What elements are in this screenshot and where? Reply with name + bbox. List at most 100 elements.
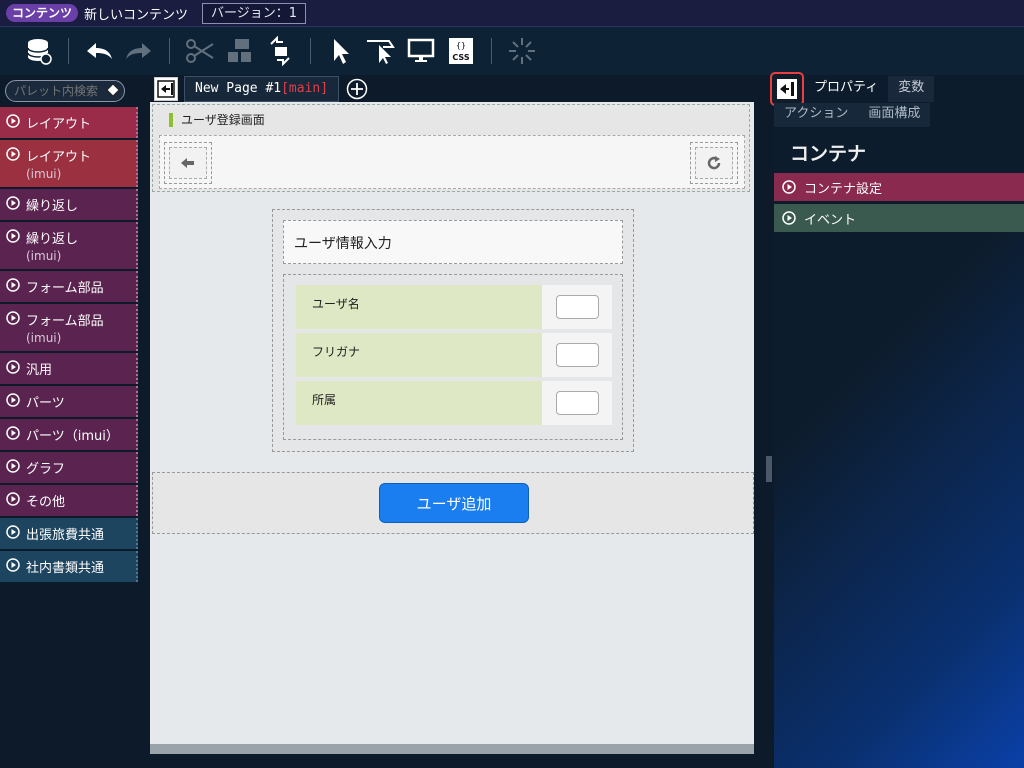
- play-circle-icon: [6, 426, 20, 440]
- page-tab-bar: New Page #1[main]: [150, 75, 766, 102]
- tab-variables[interactable]: 変数: [888, 76, 935, 102]
- header-title: ユーザ登録画面: [169, 111, 265, 128]
- arrow-left-icon: [181, 158, 194, 168]
- palette-item-parts[interactable]: パーツ: [0, 386, 138, 417]
- select-icon: [334, 39, 349, 64]
- palette-item-repeat-imui[interactable]: 繰り返し (imui): [0, 222, 138, 269]
- palette-item-label: パーツ: [26, 396, 65, 411]
- back-button[interactable]: [164, 142, 212, 184]
- select-region-button[interactable]: [361, 31, 401, 71]
- palette-item-label: レイアウト: [26, 150, 92, 165]
- version-indicator[interactable]: バージョン：1: [202, 2, 307, 24]
- css-button[interactable]: {} CSS: [441, 31, 481, 71]
- department-input[interactable]: [556, 391, 599, 415]
- palette-item-sublabel: (imui): [26, 331, 62, 345]
- palette-item-travel-common[interactable]: 出張旅費共通: [0, 518, 138, 549]
- ungroup-icon: [270, 36, 290, 66]
- palette-item-internal-docs-common[interactable]: 社内書類共通: [0, 551, 138, 582]
- play-circle-icon: [6, 114, 20, 128]
- tab-actions[interactable]: アクション: [774, 103, 859, 127]
- footer-container[interactable]: ユーザ追加: [152, 472, 754, 534]
- toolbar-divider: [68, 38, 69, 64]
- toolbar-divider: [169, 38, 170, 64]
- canvas-horizontal-scrollbar[interactable]: [150, 744, 754, 754]
- form-row-username[interactable]: ユーザ名: [296, 285, 612, 329]
- play-circle-icon: [6, 525, 20, 539]
- palette-item-label: 社内書類共通: [26, 561, 105, 576]
- palette-item-label: パーツ（imui）: [26, 429, 119, 444]
- design-canvas[interactable]: ユーザ登録画面 ユーザ情報入力 ユーザ名 フリガナ 所属 ユーザ追加: [150, 102, 754, 754]
- palette-item-parts-imui[interactable]: パーツ（imui）: [0, 419, 138, 450]
- undo-button[interactable]: [79, 31, 119, 71]
- form-row-furigana[interactable]: フリガナ: [296, 333, 612, 377]
- field-label-username: ユーザ名: [296, 285, 542, 329]
- section-container-settings[interactable]: コンテナ設定: [774, 173, 1024, 201]
- select-region-icon: [367, 40, 395, 64]
- palette-item-label: レイアウト: [26, 117, 92, 132]
- add-page-button[interactable]: [345, 77, 369, 101]
- play-circle-icon: [6, 492, 20, 506]
- spinner-icon: [509, 38, 535, 64]
- header-title-text: ユーザ登録画面: [181, 113, 265, 127]
- palette-item-label: グラフ: [26, 462, 66, 477]
- play-circle-icon: [6, 196, 20, 210]
- splitter-handle-icon[interactable]: [766, 456, 772, 482]
- palette-item-graph[interactable]: グラフ: [0, 452, 138, 483]
- palette-item-other[interactable]: その他: [0, 485, 138, 516]
- header-nav-container[interactable]: [159, 135, 745, 189]
- bottom-strip: [140, 754, 774, 768]
- username-input[interactable]: [556, 295, 599, 319]
- page-tab-new-page-1[interactable]: New Page #1[main]: [184, 75, 340, 102]
- tab-properties[interactable]: プロパティ: [804, 76, 889, 102]
- palette-item-form-parts-imui[interactable]: フォーム部品 (imui): [0, 304, 138, 351]
- collapse-left-icon: [157, 79, 175, 98]
- toolbar-divider: [491, 38, 492, 64]
- group-button[interactable]: [220, 31, 260, 71]
- furigana-input[interactable]: [556, 343, 599, 367]
- form-row-department[interactable]: 所属: [296, 381, 612, 425]
- collapse-property-panel-button[interactable]: [770, 72, 804, 106]
- palette-item-label: 出張旅費共通: [26, 528, 105, 543]
- content-title[interactable]: 新しいコンテンツ: [84, 4, 188, 23]
- play-circle-icon: [6, 229, 20, 243]
- form-fields-container[interactable]: ユーザ名 フリガナ 所属: [283, 274, 623, 440]
- undo-icon: [87, 43, 112, 59]
- field-label-department: 所属: [296, 381, 542, 425]
- play-circle-icon: [6, 393, 20, 407]
- preview-button[interactable]: [401, 31, 441, 71]
- reload-icon: [707, 156, 721, 170]
- loading-button[interactable]: [502, 31, 542, 71]
- form-container[interactable]: ユーザ情報入力 ユーザ名 フリガナ 所属: [272, 209, 634, 452]
- section-events[interactable]: イベント: [774, 204, 1024, 232]
- css-icon: {} CSS: [449, 38, 473, 64]
- clear-search-icon[interactable]: [106, 83, 120, 97]
- database-button[interactable]: [18, 31, 58, 71]
- palette-item-general[interactable]: 汎用: [0, 353, 138, 384]
- palette-item-layout[interactable]: レイアウト: [0, 107, 138, 138]
- reload-button[interactable]: [690, 142, 738, 184]
- play-circle-icon: [6, 278, 20, 292]
- palette-item-sublabel: (imui): [26, 249, 62, 263]
- select-button[interactable]: [321, 31, 361, 71]
- title-accent-bar: [169, 112, 173, 127]
- palette-item-layout-imui[interactable]: レイアウト (imui): [0, 140, 138, 187]
- palette-item-form-parts[interactable]: フォーム部品: [0, 271, 138, 302]
- redo-button[interactable]: [119, 31, 159, 71]
- palette-item-label: 繰り返し: [26, 199, 79, 214]
- form-title[interactable]: ユーザ情報入力: [283, 220, 623, 264]
- palette-item-sublabel: (imui): [26, 167, 62, 181]
- collapse-right-icon: [777, 79, 797, 99]
- plus-circle-icon: [346, 78, 368, 99]
- palette-list: レイアウト レイアウト (imui) 繰り返し 繰り返し (imui) フォーム部品…: [0, 107, 140, 584]
- palette-item-repeat[interactable]: 繰り返し: [0, 189, 138, 220]
- tab-screen-structure[interactable]: 画面構成: [858, 103, 931, 127]
- palette-item-label: 繰り返し: [26, 232, 79, 247]
- play-circle-icon: [6, 360, 20, 374]
- toolbar: {} CSS: [0, 27, 1024, 75]
- header-container[interactable]: ユーザ登録画面: [152, 104, 750, 192]
- collapse-palette-button[interactable]: [154, 76, 178, 101]
- ungroup-button[interactable]: [260, 31, 300, 71]
- play-circle-icon: [6, 311, 20, 325]
- cut-button[interactable]: [180, 31, 220, 71]
- add-user-button[interactable]: ユーザ追加: [379, 483, 529, 523]
